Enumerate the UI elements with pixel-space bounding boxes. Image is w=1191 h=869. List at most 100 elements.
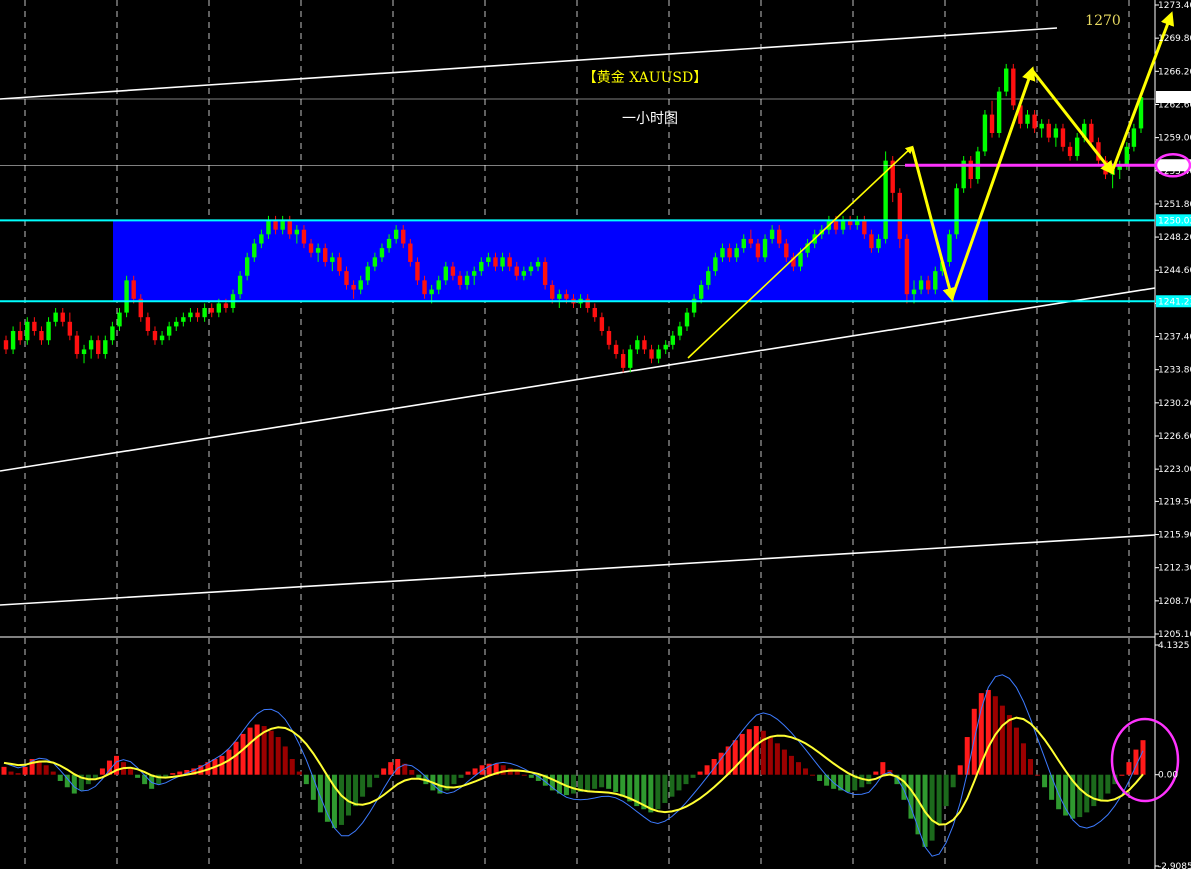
macd-bar — [929, 774, 935, 841]
macd-bar — [803, 768, 809, 775]
macd-bar — [135, 774, 141, 778]
candle-body — [677, 326, 683, 336]
candle-body — [585, 298, 590, 308]
macd-bar — [1035, 774, 1041, 776]
candle-body — [869, 234, 874, 249]
price-tick-label: 1237.40 — [1158, 333, 1191, 343]
macd-bar — [571, 774, 576, 794]
candle-body — [131, 280, 136, 299]
macd-bar — [795, 762, 801, 775]
price-tick-label: 1215.90 — [1158, 531, 1191, 541]
candle-body — [698, 284, 704, 299]
macd-bar — [254, 724, 260, 775]
chart-title: 【黄金 XAUUSD】 — [583, 69, 707, 86]
macd-bar — [353, 774, 359, 807]
candle-body — [436, 280, 441, 290]
candle-body — [365, 266, 370, 281]
candle-body — [81, 349, 87, 355]
macd-bar — [275, 737, 281, 775]
price-tick-label: 1219.50 — [1158, 497, 1191, 507]
candle-body — [1032, 114, 1037, 129]
candle-body — [46, 321, 51, 341]
candle-body — [280, 220, 285, 230]
macd-bar — [585, 774, 591, 791]
candle-body — [833, 220, 839, 230]
macd-bar — [753, 726, 759, 775]
macd-bar — [1140, 740, 1146, 775]
candle-body — [308, 243, 314, 253]
macd-bar — [500, 765, 506, 775]
candle-body — [216, 303, 222, 313]
candle-body — [947, 234, 952, 262]
macd-bar — [409, 770, 415, 775]
price-tick-label: 1244.60 — [1158, 266, 1191, 276]
candle-body — [1074, 137, 1080, 157]
macd-bar — [1028, 759, 1034, 775]
chart-canvas: 1273.401269.801266.201262.601259.001255.… — [0, 0, 1191, 869]
candle-body — [493, 257, 498, 267]
price-tick-label: 1226.60 — [1158, 432, 1191, 442]
macd-bar — [92, 774, 98, 778]
candle-body — [188, 312, 193, 318]
macd-bar — [296, 771, 302, 775]
candle-body — [592, 307, 597, 318]
candle-body — [209, 307, 214, 313]
candle-body — [862, 220, 867, 235]
macd-bar — [1042, 774, 1048, 788]
candle-body — [741, 238, 746, 249]
macd-bar — [943, 774, 949, 807]
macd-bar — [374, 774, 380, 778]
macd-bar — [8, 771, 14, 775]
candle-body — [74, 335, 80, 355]
macd-bar — [1, 766, 7, 775]
candle-body — [620, 354, 626, 368]
macd-bar — [767, 737, 773, 775]
candle-body — [933, 271, 938, 290]
macd-bar — [367, 774, 373, 788]
candle-body — [244, 257, 250, 276]
candle-body — [415, 261, 420, 281]
candle-body — [925, 280, 931, 290]
candle-body — [457, 275, 463, 285]
macd-bar — [950, 774, 956, 788]
macd-bar — [233, 741, 239, 775]
candle-body — [159, 335, 165, 341]
candle-body — [202, 307, 207, 318]
chart-subtitle: 一小时图 — [622, 111, 678, 127]
candle-body — [422, 280, 427, 295]
candle-body — [372, 257, 378, 267]
candle-body — [471, 271, 477, 276]
candle-body — [273, 220, 278, 230]
candle-body — [3, 340, 9, 350]
candle-body — [195, 312, 200, 318]
macd-bar — [1013, 727, 1019, 775]
channel-line — [0, 27, 1058, 100]
macd-bar — [1006, 715, 1012, 775]
candle-body — [344, 271, 349, 285]
zone-top-label: 1250.02 — [1158, 216, 1191, 226]
candle-body — [528, 266, 534, 272]
candle-body — [727, 248, 732, 258]
candle-body — [1124, 146, 1130, 166]
candle-body — [266, 220, 271, 235]
candle-body — [479, 261, 484, 272]
macd-tick-label: 0.00 — [1158, 771, 1178, 781]
macd-bar — [338, 774, 344, 825]
candle-body — [443, 266, 449, 281]
macd-panel — [1, 674, 1180, 857]
candle-body — [500, 257, 505, 267]
candle-body — [784, 243, 789, 258]
price-tick-label: 1273.40 — [1158, 1, 1191, 11]
macd-bar — [142, 774, 148, 785]
macd-bar — [1056, 774, 1062, 810]
price-tick-label: 1233.80 — [1158, 366, 1191, 376]
macd-bar — [472, 768, 478, 775]
macd-bar — [697, 771, 703, 775]
candle-body — [393, 229, 399, 239]
macd-bar — [592, 774, 598, 789]
price-tick-label: 1266.20 — [1158, 67, 1191, 77]
macd-bar — [774, 743, 780, 775]
price-tick-label: 1251.80 — [1158, 200, 1191, 210]
price-tick-label: 1230.20 — [1158, 399, 1191, 409]
candle-body — [755, 243, 761, 258]
